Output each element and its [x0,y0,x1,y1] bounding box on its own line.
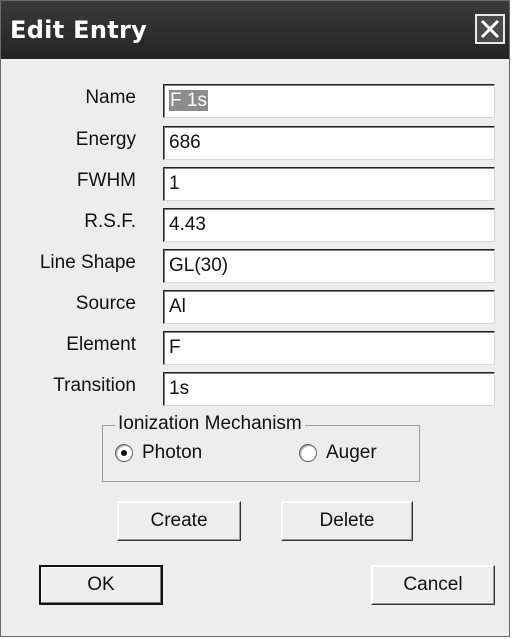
create-button[interactable]: Create [117,501,241,541]
line-shape-row: Line Shape GL(30) [1,249,511,283]
photon-label: Photon [142,442,203,463]
source-row: Source Al [1,290,511,324]
delete-button[interactable]: Delete [281,501,413,541]
element-row: Element F [1,331,511,365]
radio-selected-icon [115,444,133,462]
ok-button[interactable]: OK [39,565,163,605]
energy-label: Energy [75,129,136,150]
line-shape-label: Line Shape [39,252,136,273]
element-input[interactable]: F [163,331,495,365]
name-label: Name [85,87,136,108]
cancel-button[interactable]: Cancel [371,565,495,605]
source-label: Source [75,293,136,314]
close-x-icon [480,19,500,39]
transition-input[interactable]: 1s [163,372,495,406]
ionization-mechanism-group: Ionization Mechanism Photon Auger [102,413,420,482]
name-value: F 1s [169,90,208,111]
fwhm-input[interactable]: 1 [163,167,495,201]
edit-entry-dialog: Edit Entry Name F 1s Energy 686 FWHM 1 R… [0,0,510,637]
rsf-input[interactable]: 4.43 [163,208,495,242]
fwhm-row: FWHM 1 [1,167,511,201]
dialog-title: Edit Entry [10,16,148,44]
fwhm-label: FWHM [76,170,136,191]
energy-row: Energy 686 [1,126,511,160]
ionization-mechanism-title: Ionization Mechanism [115,413,305,435]
auger-radio[interactable]: Auger [299,442,399,468]
auger-label: Auger [326,442,377,463]
name-input[interactable]: F 1s [163,84,495,118]
transition-row: Transition 1s [1,372,511,406]
close-button[interactable] [475,14,505,44]
line-shape-input[interactable]: GL(30) [163,249,495,283]
source-input[interactable]: Al [163,290,495,324]
radio-unselected-icon [299,444,317,462]
photon-radio[interactable]: Photon [115,442,215,468]
element-label: Element [66,334,136,355]
energy-input[interactable]: 686 [163,126,495,160]
rsf-row: R.S.F. 4.43 [1,208,511,242]
transition-label: Transition [53,375,136,396]
name-row: Name F 1s [1,84,511,118]
rsf-label: R.S.F. [84,211,136,232]
title-bar[interactable]: Edit Entry [1,1,509,59]
